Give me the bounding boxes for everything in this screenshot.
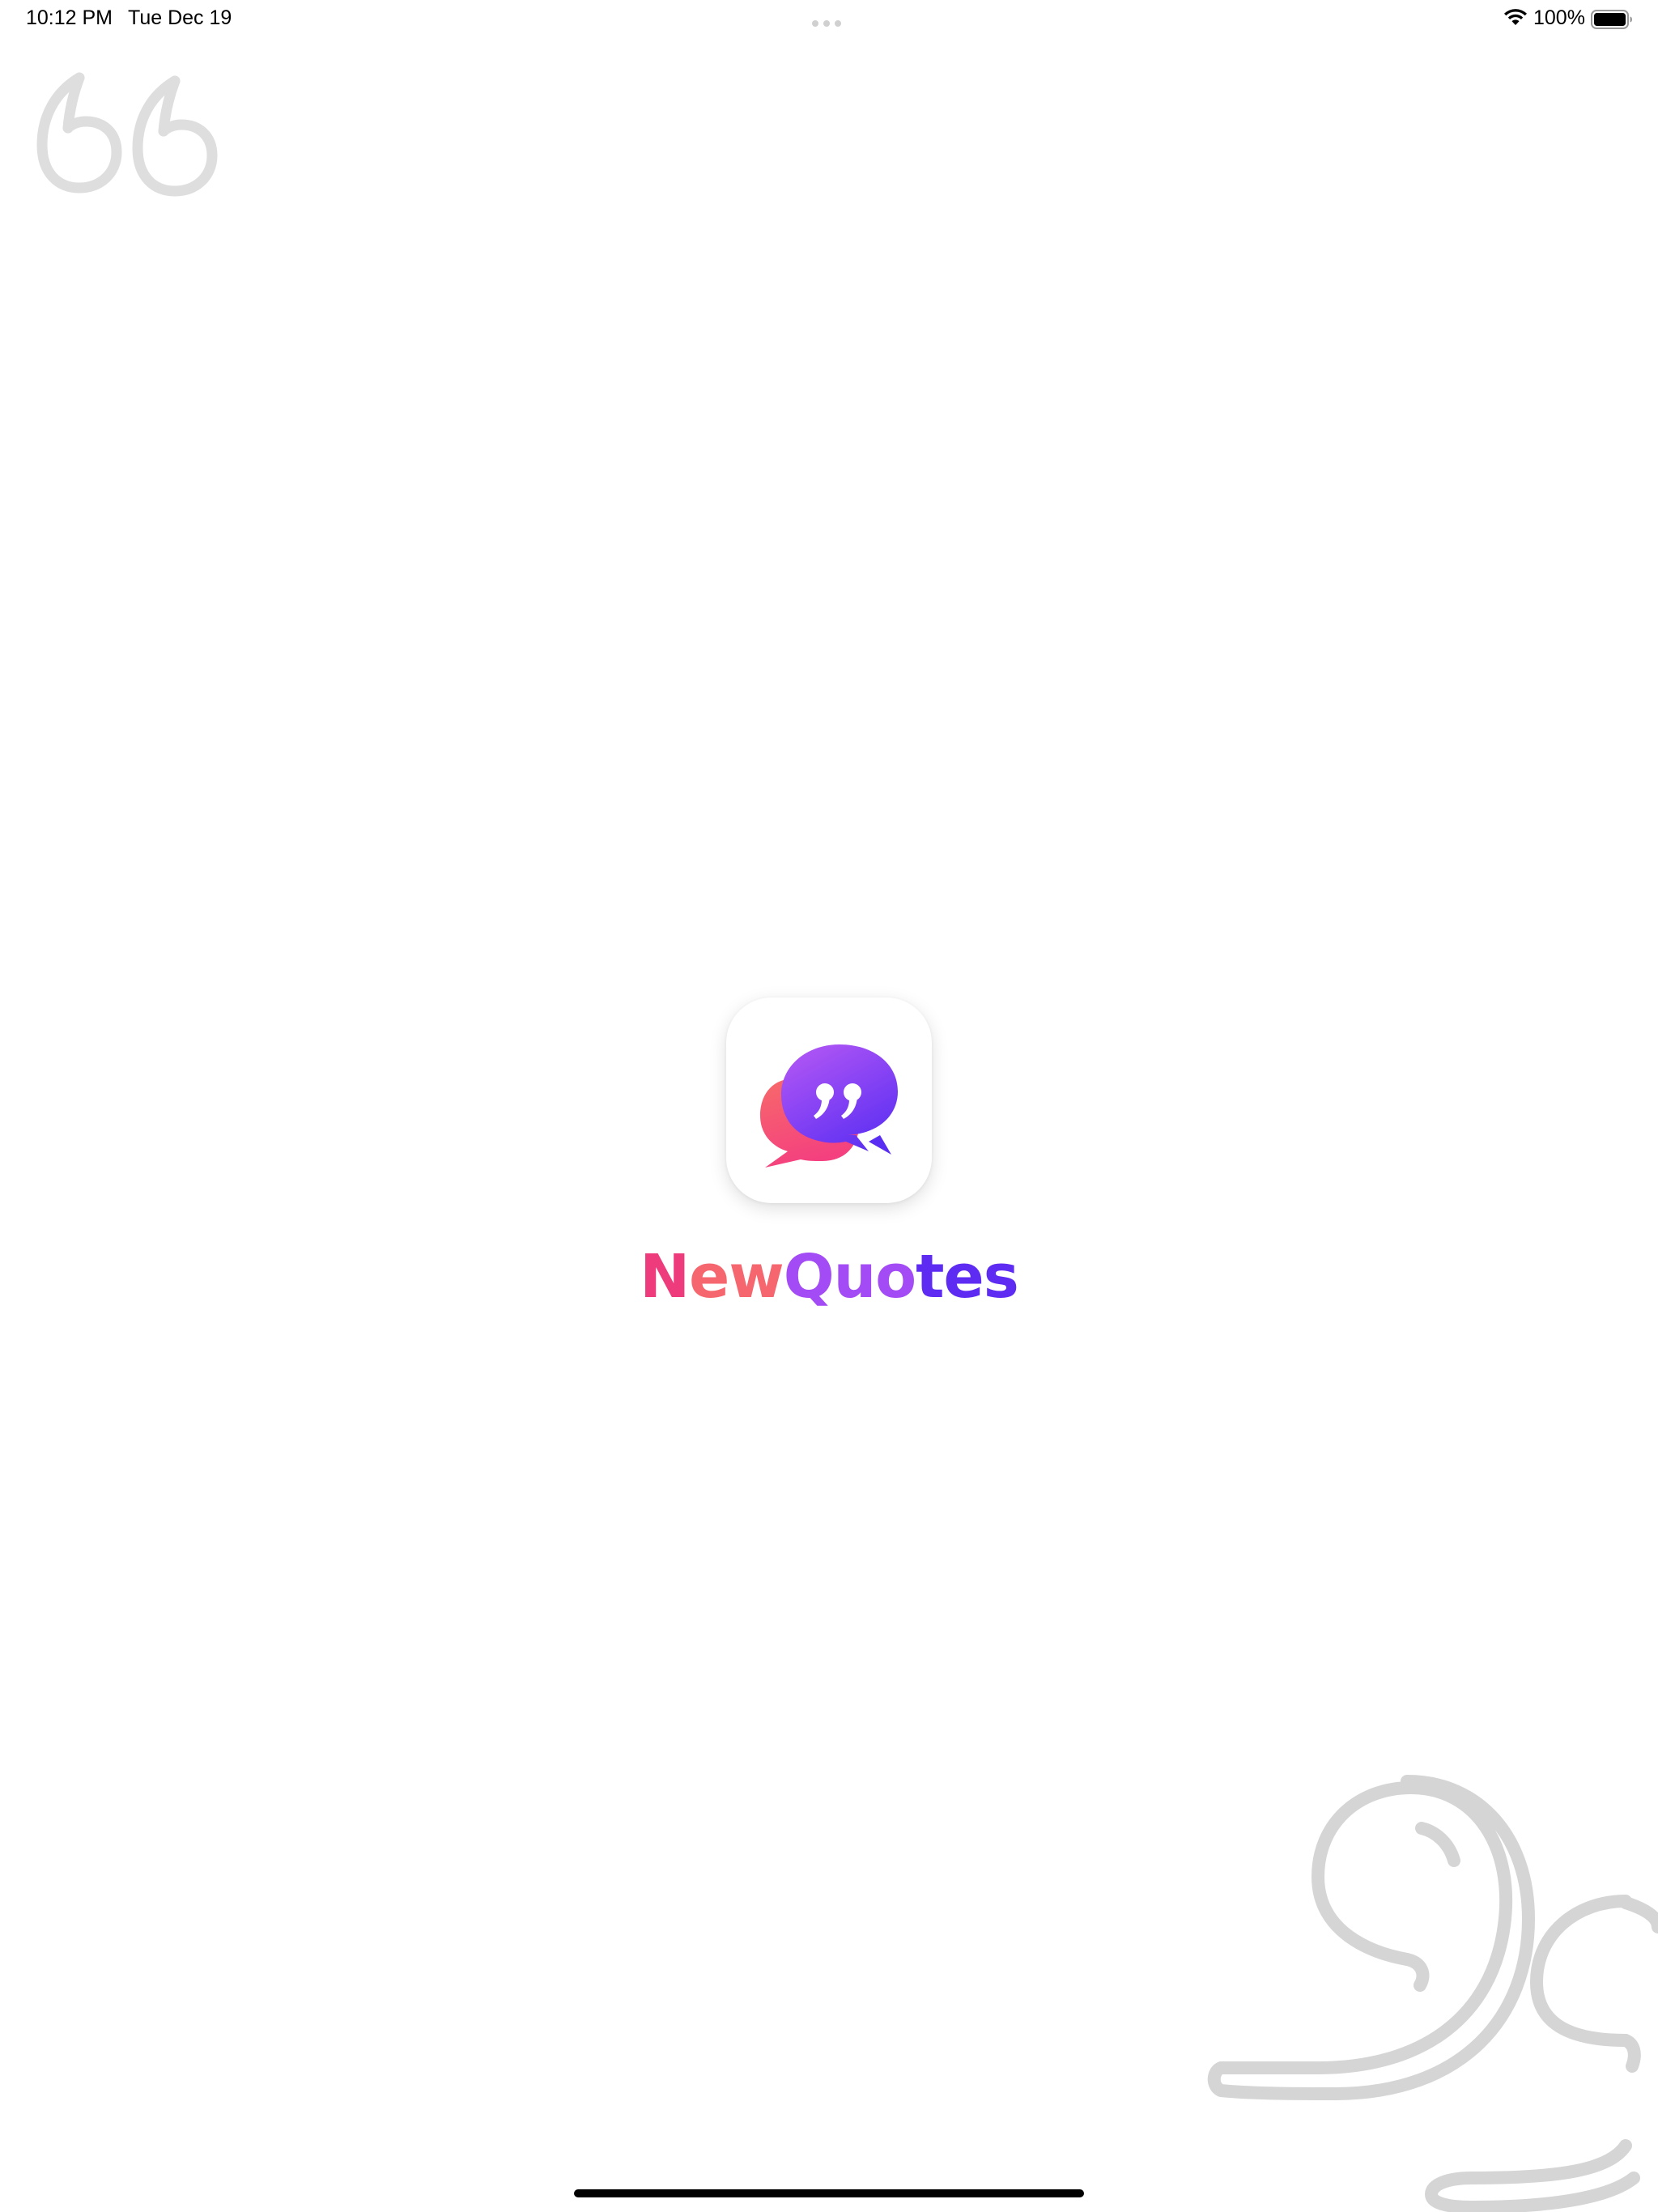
- battery-full-icon: [1591, 10, 1632, 29]
- app-icon: [726, 998, 932, 1203]
- app-name-part-2: ew: [689, 1242, 784, 1312]
- speech-bubbles-quote-icon: [760, 1044, 898, 1168]
- close-quote-icon: [1207, 1775, 1658, 2212]
- app-name-part-3: Quo: [783, 1242, 916, 1312]
- status-bar: 10:12 PM Tue Dec 19 100%: [0, 0, 1658, 39]
- battery-percent: 100%: [1533, 6, 1585, 29]
- status-date: Tue Dec 19: [128, 6, 232, 29]
- app-name-part-4: tes: [916, 1242, 1019, 1312]
- app-name: NewQuotes: [0, 1240, 1658, 1313]
- home-indicator[interactable]: [574, 2189, 1084, 2197]
- splash-screen: 10:12 PM Tue Dec 19 100% NewQuotes: [0, 0, 1658, 2212]
- status-time: 10:12 PM: [26, 6, 113, 29]
- wifi-icon: [1504, 9, 1527, 25]
- multitasking-dots-icon[interactable]: [812, 16, 846, 27]
- app-name-part-1: N: [640, 1242, 690, 1312]
- open-quote-icon: [36, 72, 218, 197]
